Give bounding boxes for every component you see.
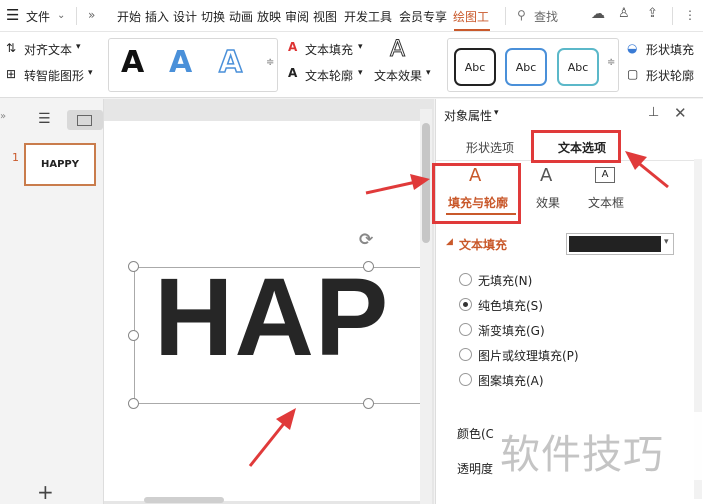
annotation-arrows [248,151,669,467]
